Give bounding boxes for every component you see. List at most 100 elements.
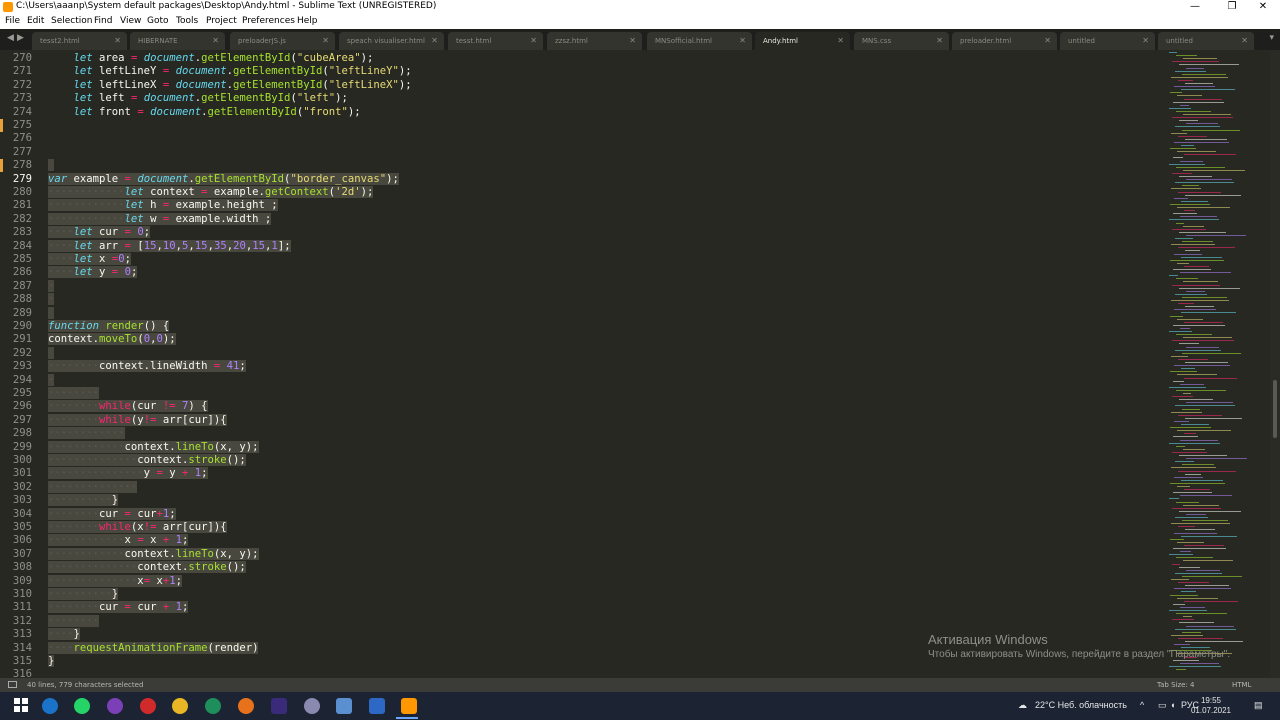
code-line[interactable]: 305 ········while(x!= arr[cur]){ — [0, 521, 1160, 534]
code-line[interactable]: 270 let area = document.getElementById("… — [0, 52, 1160, 65]
forward-arrow-icon[interactable]: ▶ — [17, 33, 24, 43]
tray-chevron-icon[interactable]: ^ — [1140, 700, 1144, 710]
clock[interactable]: 19:55 01.07.2021 — [1190, 696, 1232, 716]
tab-close-icon[interactable]: ✕ — [1142, 32, 1149, 50]
code-line[interactable]: 292 — [0, 346, 1160, 360]
sublime-text-icon[interactable] — [401, 698, 417, 714]
minimap[interactable] — [1165, 50, 1270, 678]
tab-7[interactable]: MNSofficial.html ✕ — [647, 32, 752, 50]
code-editor[interactable]: 270 let area = document.getElementById("… — [0, 50, 1165, 678]
task-view-icon[interactable] — [42, 698, 58, 714]
code-line[interactable]: 276 — [0, 132, 1160, 145]
code-line[interactable]: 286 ····let y = 0; — [0, 266, 1160, 279]
code-line[interactable]: 309 ··············x= x+1; — [0, 574, 1160, 588]
back-arrow-icon[interactable]: ◀ — [7, 33, 14, 43]
code-line[interactable]: 284 ····let arr = [15,10,5,15,35,20,15,1]… — [0, 239, 1160, 253]
chrome-icon[interactable] — [172, 698, 188, 714]
code-line[interactable]: 279 var example = document.getElementById… — [0, 172, 1160, 186]
code-line[interactable]: 303 ··········} — [0, 494, 1160, 507]
shield-icon[interactable] — [336, 698, 352, 714]
code-line[interactable]: 316 — [0, 668, 1160, 678]
code-line[interactable]: 285 ····let x =0; — [0, 253, 1160, 266]
tab-9[interactable]: MNS.css ✕ — [854, 32, 949, 50]
code-line[interactable]: 289 — [0, 306, 1160, 320]
minimize-button[interactable]: — — [1178, 0, 1212, 15]
menu-help[interactable]: Help — [297, 16, 318, 26]
menu-goto[interactable]: Goto — [147, 16, 169, 26]
code-line[interactable]: 310 ··········} — [0, 588, 1160, 601]
code-line[interactable]: 272 let leftLineX = document.getElementB… — [0, 79, 1160, 92]
code-line[interactable]: 297 ········while(y!= arr[cur]){ — [0, 413, 1160, 427]
tab-3[interactable]: preloaderJS.js ✕ — [230, 32, 335, 50]
windows-start-icon[interactable] — [13, 698, 29, 714]
whatsapp-icon[interactable] — [74, 698, 90, 714]
code-line[interactable]: 308 ··············context.stroke(); — [0, 561, 1160, 574]
syntax-indicator[interactable]: HTML — [1232, 681, 1251, 689]
wps-icon[interactable] — [369, 698, 385, 714]
code-line[interactable]: 280 ············let context = example.get… — [0, 186, 1160, 199]
code-line[interactable]: 291 context.moveTo(0,0); — [0, 333, 1160, 346]
vpn-icon[interactable] — [304, 698, 320, 714]
menu-file[interactable]: File — [5, 16, 20, 26]
tab-12[interactable]: untitled ✕ — [1158, 32, 1254, 50]
tab-6[interactable]: zzsz.html ✕ — [547, 32, 642, 50]
code-line[interactable]: 278 — [0, 159, 1160, 172]
code-line[interactable]: 294 · — [0, 373, 1160, 387]
code-line[interactable]: 299 ············context.lineTo(x, y); — [0, 440, 1160, 454]
firefox-icon[interactable] — [238, 698, 254, 714]
code-line[interactable]: 302 ·············· — [0, 480, 1160, 494]
code-line[interactable]: 283 ····let cur = 0; — [0, 226, 1160, 239]
network-icon[interactable]: ▭ — [1158, 700, 1167, 711]
code-line[interactable]: 301 ···············y = y + 1; — [0, 467, 1160, 480]
tab-10[interactable]: preloader.html ✕ — [952, 32, 1057, 50]
notifications-icon[interactable]: ▤ — [1254, 700, 1263, 711]
code-line[interactable]: 295 ········ — [0, 387, 1160, 400]
sublime-old-icon[interactable] — [271, 698, 287, 714]
menu-selection[interactable]: Selection — [51, 16, 92, 26]
menu-find[interactable]: Find — [94, 16, 112, 26]
tab-close-icon[interactable]: ✕ — [114, 32, 121, 50]
code-line[interactable]: 274 let front = document.getElementById(… — [0, 106, 1160, 119]
panel-toggle-icon[interactable] — [8, 681, 17, 688]
tab-close-icon[interactable]: ✕ — [1241, 32, 1248, 50]
code-line[interactable]: 304 ········cur = cur+1; — [0, 507, 1160, 521]
tab-close-icon[interactable]: ✕ — [936, 32, 943, 50]
code-line[interactable]: 290 function render() { — [0, 320, 1160, 333]
menu-edit[interactable]: Edit — [27, 16, 44, 26]
menu-project[interactable]: Project — [206, 16, 237, 26]
tab-close-icon[interactable]: ✕ — [1044, 32, 1051, 50]
tab-close-icon[interactable]: ✕ — [212, 32, 219, 50]
tab-close-icon[interactable]: ✕ — [431, 32, 438, 50]
volume-icon[interactable]: ◖ — [1170, 700, 1175, 710]
tab-close-icon[interactable]: ✕ — [322, 32, 329, 50]
tab-8[interactable]: Andy.html ✕ — [755, 32, 850, 50]
code-line[interactable]: 306 ············x = x + 1; — [0, 534, 1160, 547]
vertical-scrollbar[interactable] — [1270, 50, 1280, 678]
code-line[interactable]: 311 ········cur = cur + 1; — [0, 601, 1160, 614]
menu-tools[interactable]: Tools — [176, 16, 198, 26]
code-line[interactable]: 296 ········while(cur != 7) { — [0, 400, 1160, 413]
code-line[interactable]: 287 · — [0, 279, 1160, 293]
weather-icon[interactable]: ☁ — [1018, 700, 1027, 711]
opera-icon[interactable] — [140, 698, 156, 714]
tab-close-icon[interactable]: ✕ — [530, 32, 537, 50]
scrollbar-thumb[interactable] — [1273, 380, 1277, 438]
code-line[interactable]: 277 — [0, 146, 1160, 159]
code-line[interactable]: 273 let left = document.getElementById("… — [0, 92, 1160, 105]
menu-view[interactable]: View — [120, 16, 141, 26]
code-line[interactable]: 293 ········context.lineWidth = 41; — [0, 360, 1160, 373]
tab-close-icon[interactable]: ✕ — [629, 32, 636, 50]
code-line[interactable]: 275 — [0, 119, 1160, 132]
tab-4[interactable]: speach visualiser.html ✕ — [339, 32, 444, 50]
code-line[interactable]: 298 ············ — [0, 427, 1160, 440]
close-window-button[interactable]: ✕ — [1246, 0, 1280, 15]
code-line[interactable]: 307 ············context.lineTo(x, y); — [0, 547, 1160, 561]
code-line[interactable]: 282 ············let w = example.width ; — [0, 212, 1160, 226]
edge-icon[interactable] — [205, 698, 221, 714]
menu-preferences[interactable]: Preferences — [242, 16, 295, 26]
tab-11[interactable]: untitled ✕ — [1060, 32, 1155, 50]
tab-close-icon[interactable]: ✕ — [837, 32, 844, 50]
tab-1[interactable]: tesst2.html ✕ — [32, 32, 127, 50]
code-line[interactable]: 300 ··············context.stroke(); — [0, 454, 1160, 467]
maximize-button[interactable]: ❐ — [1215, 0, 1249, 15]
